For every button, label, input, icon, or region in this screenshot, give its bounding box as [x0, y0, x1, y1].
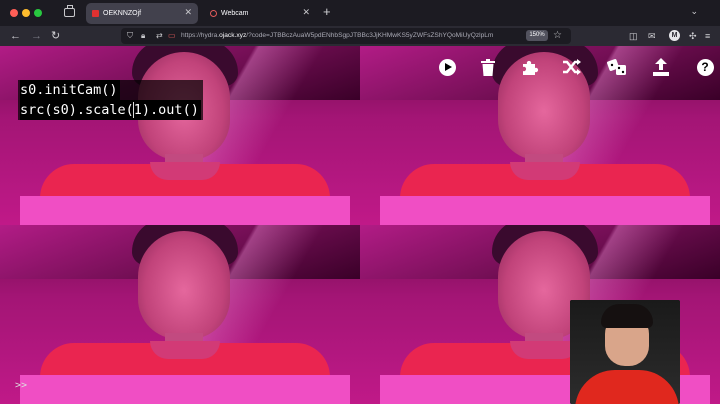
close-tab-icon[interactable]: ✕	[302, 7, 310, 18]
play-icon[interactable]	[436, 56, 458, 78]
code-text-after-caret: 1).out()	[132, 102, 199, 118]
tab-list-chevron-icon[interactable]: ⌄	[690, 6, 698, 17]
forward-button[interactable]: →	[31, 28, 42, 44]
bookmark-star-icon[interactable]: ☆	[553, 28, 562, 44]
reload-button[interactable]: ↻	[51, 28, 60, 44]
help-label: ?	[696, 58, 714, 76]
presenter-webcam	[570, 300, 680, 404]
menu-icon[interactable]: ≡	[705, 29, 710, 43]
back-button[interactable]: ←	[10, 28, 21, 44]
maximize-window-button[interactable]	[34, 9, 42, 17]
trash-icon[interactable]	[477, 56, 499, 78]
extensions-icon[interactable]: ✉	[648, 29, 656, 43]
tab-title: OEKNNZOjf	[103, 10, 142, 17]
url-text[interactable]: https://hydra.ojack.xyz/?code=JTBBczAuaW…	[181, 28, 499, 44]
extensions-puzzle-icon[interactable]: ✣	[689, 29, 697, 43]
tab-hydra[interactable]: OEKNNZOjf ✕	[86, 3, 198, 24]
console-prompt[interactable]: >>	[15, 380, 27, 391]
pocket-icon[interactable]: ◫	[629, 29, 638, 43]
code-line[interactable]: src(s0).scale(1).out()	[20, 100, 201, 120]
camera-permission-icon[interactable]: ▭	[168, 29, 176, 43]
permissions-icon[interactable]: ⇄	[156, 29, 163, 43]
zoom-level-badge[interactable]: 150%	[526, 30, 548, 41]
hydra-toolbar: ?	[436, 56, 720, 78]
shuffle-icon[interactable]	[561, 56, 583, 78]
tab-strip: OEKNNZOjf ✕ Webcam ✕ + ⌄	[0, 0, 720, 26]
new-tab-button[interactable]: +	[323, 4, 331, 19]
dice-icon[interactable]	[606, 56, 628, 78]
code-line[interactable]: s0.initCam()	[20, 80, 120, 100]
account-avatar[interactable]: M	[669, 30, 680, 41]
tab-overview-icon[interactable]	[64, 5, 75, 17]
video-tile	[0, 225, 360, 404]
close-window-button[interactable]	[10, 9, 18, 17]
browser-window: OEKNNZOjf ✕ Webcam ✕ + ⌄ ← → ↻ ⛉ 🔒︎ ⇄ ▭ …	[0, 0, 720, 404]
lock-icon[interactable]: 🔒︎	[141, 29, 145, 43]
tab-title: Webcam	[221, 10, 249, 17]
upload-icon[interactable]	[650, 56, 672, 78]
code-editor[interactable]: s0.initCam() src(s0).scale(1).out()	[18, 80, 203, 120]
navigation-bar: ← → ↻ ⛉ 🔒︎ ⇄ ▭ https://hydra.ojack.xyz/?…	[0, 26, 720, 46]
url-host: ojack.xyz	[219, 32, 247, 39]
hydra-favicon-icon	[92, 10, 99, 17]
tab-webcam[interactable]: Webcam ✕	[204, 3, 316, 24]
close-tab-icon[interactable]: ✕	[184, 7, 192, 18]
code-text: src(s0).scale(	[20, 102, 134, 118]
url-path: /?code=JTBBczAuaW5pdENhbSgpJTBBc3JjKHMwK…	[246, 32, 494, 39]
hydra-canvas[interactable]: s0.initCam() src(s0).scale(1).out() ? >>	[0, 46, 720, 404]
url-bar[interactable]: ⛉ 🔒︎ ⇄ ▭ https://hydra.ojack.xyz/?code=J…	[121, 28, 571, 44]
recording-favicon-icon	[210, 10, 217, 17]
video-tile	[0, 46, 360, 225]
shield-icon[interactable]: ⛉	[127, 29, 133, 43]
puzzle-icon[interactable]	[519, 56, 541, 78]
help-icon[interactable]: ?	[694, 56, 716, 78]
url-prefix: https://hydra.	[181, 32, 220, 39]
minimize-window-button[interactable]	[22, 9, 30, 17]
